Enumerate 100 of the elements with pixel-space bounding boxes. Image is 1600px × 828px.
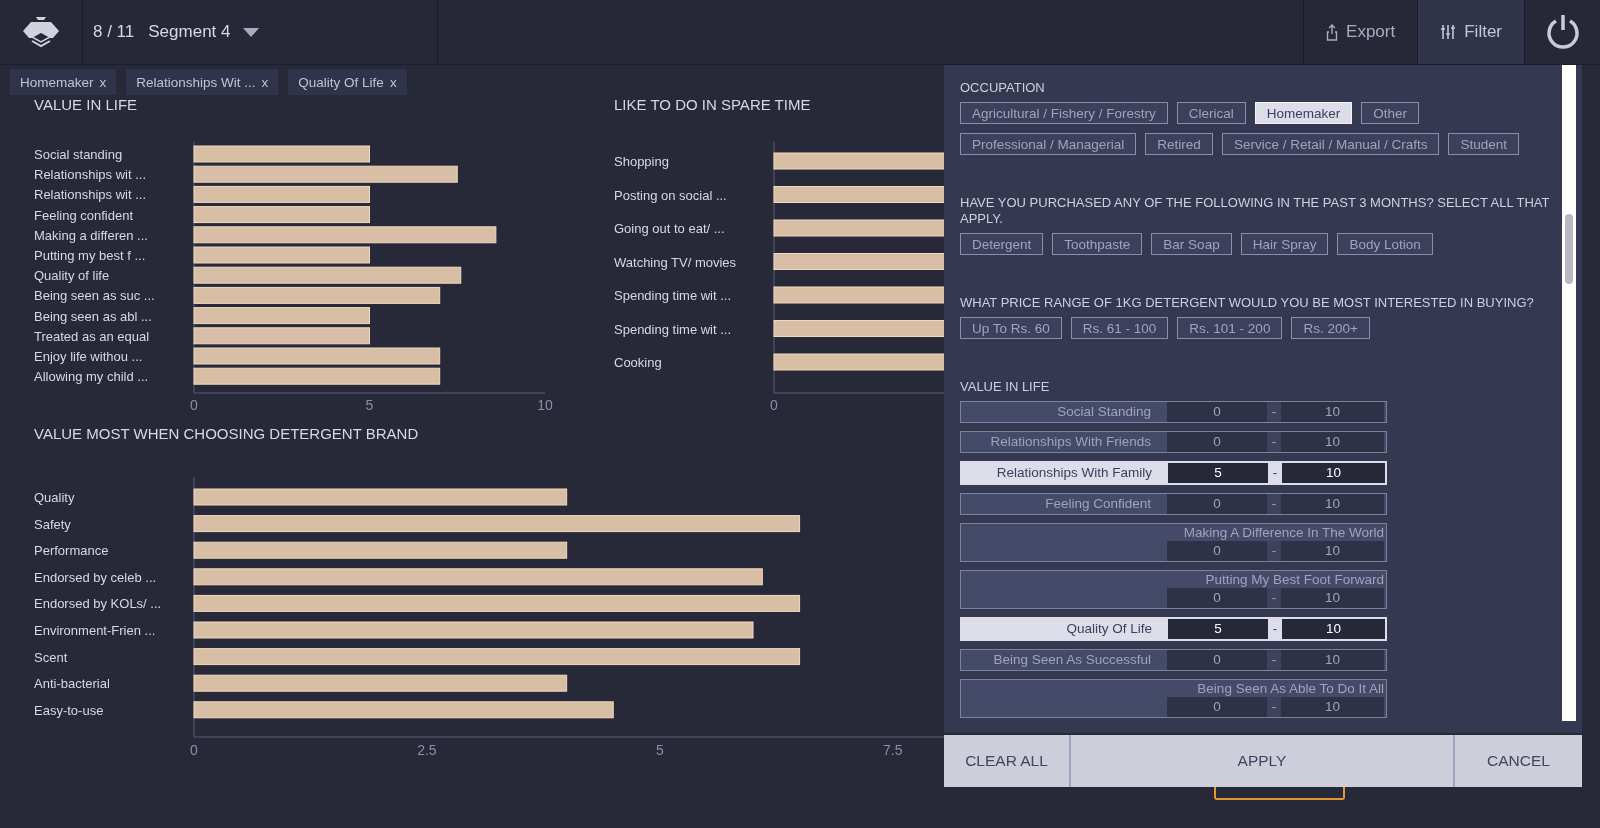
category-label: Spending time wit ... xyxy=(614,321,732,337)
option-button[interactable]: Rs. 61 - 100 xyxy=(1070,317,1169,339)
category-label: Cooking xyxy=(614,355,662,370)
tick-label: 0 xyxy=(190,742,198,758)
max-field[interactable]: 10 xyxy=(1281,494,1384,514)
caret-icon[interactable] xyxy=(242,27,259,37)
category-label: Social standing xyxy=(34,147,123,162)
range-separator: - xyxy=(1267,432,1281,452)
category-label: Relationships wit ... xyxy=(34,167,146,183)
range-label: Relationships With Friends xyxy=(989,433,1152,451)
option-button[interactable]: Bar Soap xyxy=(1151,233,1232,255)
category-label: Allowing my child ... xyxy=(34,369,149,385)
category-label: Performance xyxy=(34,543,109,559)
option-button[interactable]: Agricultural / Fishery / Forestry xyxy=(960,102,1168,124)
sliders-icon xyxy=(1440,24,1457,40)
min-field[interactable]: 0 xyxy=(1167,494,1267,514)
chip-label: Relationships Wit ... xyxy=(136,74,256,90)
option-button[interactable]: Body Lotion xyxy=(1337,233,1433,255)
range-separator: - xyxy=(1267,588,1281,608)
range-label: Being Seen As Successful xyxy=(992,651,1152,669)
category-label: Treated as an equal xyxy=(34,328,150,344)
chip-label: Homemaker xyxy=(20,74,94,90)
remove-button[interactable]: x xyxy=(389,74,397,90)
max-field[interactable]: 10 xyxy=(1281,432,1384,452)
apply-button[interactable]: APPLY xyxy=(1071,735,1455,787)
range-separator: - xyxy=(1268,619,1282,639)
category-label: Anti-bacterial xyxy=(34,676,110,692)
max-field[interactable]: 10 xyxy=(1281,541,1384,561)
section-title: HAVE YOU PURCHASED ANY OF THE FOLLOWING IN THE PAST 3 MONTHS? SELECT ALL THAT APPLY. xyxy=(960,195,1551,227)
range-separator: - xyxy=(1267,402,1281,422)
category-label: Making a differen ... xyxy=(34,227,148,243)
range-separator: - xyxy=(1267,650,1281,670)
range-label: Making A Difference In The World xyxy=(1182,524,1384,541)
category-label: Watching TV/ movies xyxy=(614,254,737,270)
option-button[interactable]: Rs. 200+ xyxy=(1291,317,1370,339)
tick-label: 0 xyxy=(770,397,778,413)
range-separator: - xyxy=(1267,541,1281,561)
min-field[interactable]: 0 xyxy=(1167,650,1267,670)
segment-position: 8 / 11 xyxy=(93,22,135,42)
category-label: Environment-Frien ... xyxy=(34,623,156,638)
option-button[interactable]: Rs. 101 - 200 xyxy=(1177,317,1283,339)
max-field[interactable]: 10 xyxy=(1281,588,1384,608)
category-label: Being seen as suc ... xyxy=(34,288,155,304)
option-button[interactable]: Retired xyxy=(1145,133,1213,155)
tick-label: 10 xyxy=(537,397,553,413)
category-label: Quality xyxy=(34,490,75,505)
min-field[interactable]: 0 xyxy=(1167,432,1267,452)
filter-button[interactable]: Filter xyxy=(1417,0,1524,64)
option-button[interactable]: Up To Rs. 60 xyxy=(960,317,1062,339)
option-button[interactable]: Clerical xyxy=(1176,102,1246,124)
segment-name[interactable]: Segment 4 xyxy=(148,22,231,42)
min-field[interactable]: 5 xyxy=(1168,463,1268,483)
category-label: Being seen as abl ... xyxy=(34,308,152,324)
option-button[interactable]: Service / Retail / Manual / Crafts xyxy=(1221,133,1440,155)
range-label: Being Seen As Able To Do It All xyxy=(1196,680,1384,697)
remove-button[interactable]: x xyxy=(261,74,269,90)
remove-button[interactable]: x xyxy=(99,74,107,90)
tick-label: 5 xyxy=(365,397,374,413)
min-field[interactable]: 0 xyxy=(1167,402,1267,422)
range-label: Quality Of Life xyxy=(962,619,1168,639)
max-field[interactable]: 10 xyxy=(1281,697,1384,717)
scroll-thumb[interactable] xyxy=(1565,214,1573,284)
min-field[interactable]: 5 xyxy=(1168,619,1268,639)
category-label: Endorsed by KOLs/ ... xyxy=(34,596,162,612)
max-field[interactable]: 10 xyxy=(1281,402,1384,422)
category-label: Easy-to-use xyxy=(34,702,104,718)
section-title: WHAT PRICE RANGE OF 1KG DETERGENT WOULD YOU BE MOST INTERESTED IN BUYING? xyxy=(960,295,1535,311)
category-label: Posting on social ... xyxy=(614,187,727,203)
category-label: Putting my best f ... xyxy=(34,248,146,263)
option-button[interactable]: Other xyxy=(1361,102,1420,124)
export-icon xyxy=(1326,23,1339,41)
tick-label: 2.5 xyxy=(417,742,437,758)
option-button[interactable]: Student xyxy=(1448,133,1519,155)
category-label: Safety xyxy=(34,516,71,532)
min-field[interactable]: 0 xyxy=(1167,588,1267,608)
range-separator: - xyxy=(1267,494,1281,514)
max-field[interactable]: 10 xyxy=(1282,463,1385,483)
section-title: VALUE IN LIFE xyxy=(960,379,1051,395)
option-button[interactable]: Detergent xyxy=(960,233,1044,255)
option-button[interactable]: Homemaker xyxy=(1254,102,1353,124)
chart-title: VALUE MOST WHEN CHOOSING DETERGENT BRAND xyxy=(34,425,419,442)
max-field[interactable]: 10 xyxy=(1282,619,1385,639)
category-label: Going out to eat/ ... xyxy=(614,221,725,236)
cancel-button[interactable]: CANCEL xyxy=(1455,735,1582,787)
option-button[interactable]: Hair Spray xyxy=(1240,233,1329,255)
section-title: OCCUPATION xyxy=(960,80,1046,96)
max-field[interactable]: 10 xyxy=(1281,650,1384,670)
category-label: Spending time wit ... xyxy=(614,288,732,303)
option-button[interactable]: Toothpaste xyxy=(1052,233,1143,255)
chart-title: VALUE IN LIFE xyxy=(34,96,138,113)
min-field[interactable]: 0 xyxy=(1167,697,1267,717)
category-label: Shopping xyxy=(614,154,669,169)
min-field[interactable]: 0 xyxy=(1167,541,1267,561)
category-label: Endorsed by celeb ... xyxy=(34,569,157,585)
option-button[interactable]: Professional / Managerial xyxy=(960,133,1137,155)
scrollbar[interactable] xyxy=(1562,65,1576,721)
category-label: Relationships wit ... xyxy=(34,187,146,203)
clear-button[interactable]: CLEAR ALL xyxy=(944,735,1071,787)
chip-label: Quality Of Life xyxy=(298,74,384,90)
category-label: Quality of life xyxy=(34,268,110,284)
